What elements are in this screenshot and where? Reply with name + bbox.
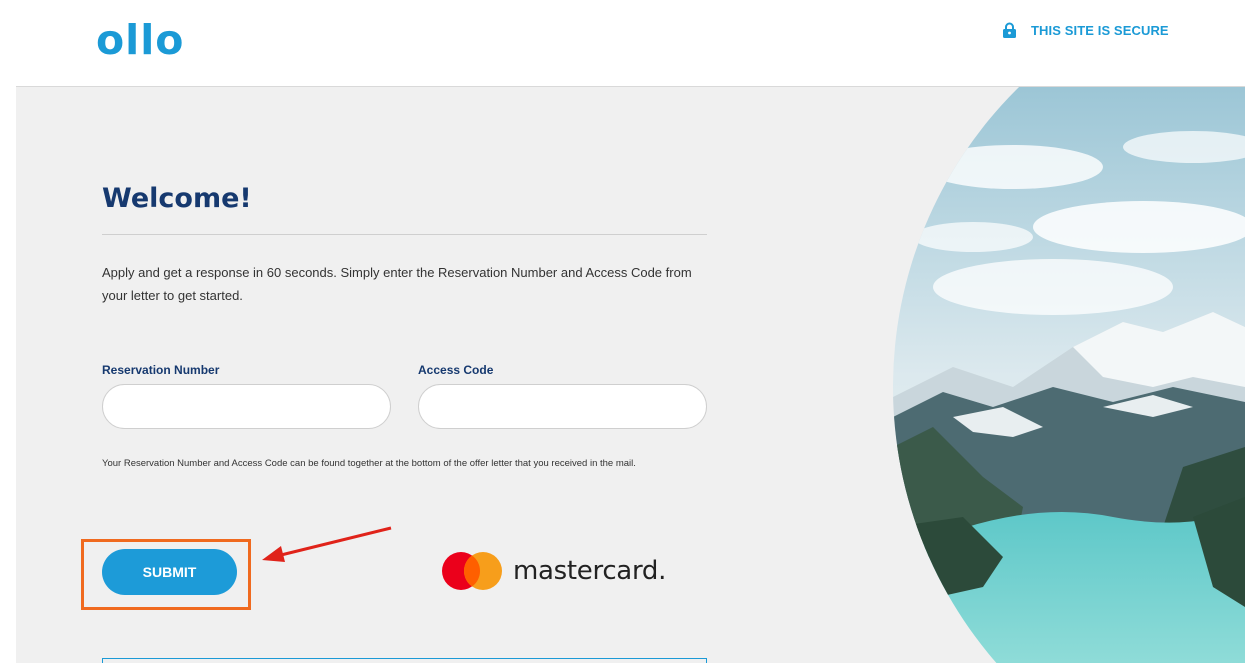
hint-text: Your Reservation Number and Access Code …	[102, 458, 636, 469]
access-code-input[interactable]	[418, 384, 707, 429]
reservation-number-input[interactable]	[102, 384, 391, 429]
access-code-label: Access Code	[418, 363, 494, 377]
divider	[102, 234, 707, 235]
mastercard-badge: mastercard.	[441, 551, 666, 591]
hero-image	[893, 87, 1245, 663]
arrow-icon	[262, 526, 392, 562]
reservation-number-label: Reservation Number	[102, 363, 220, 377]
intro-text: Apply and get a response in 60 seconds. …	[102, 265, 692, 303]
header: ollo THIS SITE IS SECURE	[0, 0, 1248, 86]
submit-button[interactable]: SUBMIT	[102, 549, 237, 595]
mastercard-text: mastercard.	[513, 556, 667, 586]
page-title: Welcome!	[102, 183, 252, 214]
mastercard-logo	[442, 552, 502, 590]
secure-label: THIS SITE IS SECURE	[1031, 22, 1169, 38]
secure-badge: THIS SITE IS SECURE	[1003, 21, 1169, 39]
info-box	[102, 658, 707, 663]
lock-icon	[1003, 22, 1016, 38]
ollo-logo[interactable]: ollo	[96, 18, 184, 62]
